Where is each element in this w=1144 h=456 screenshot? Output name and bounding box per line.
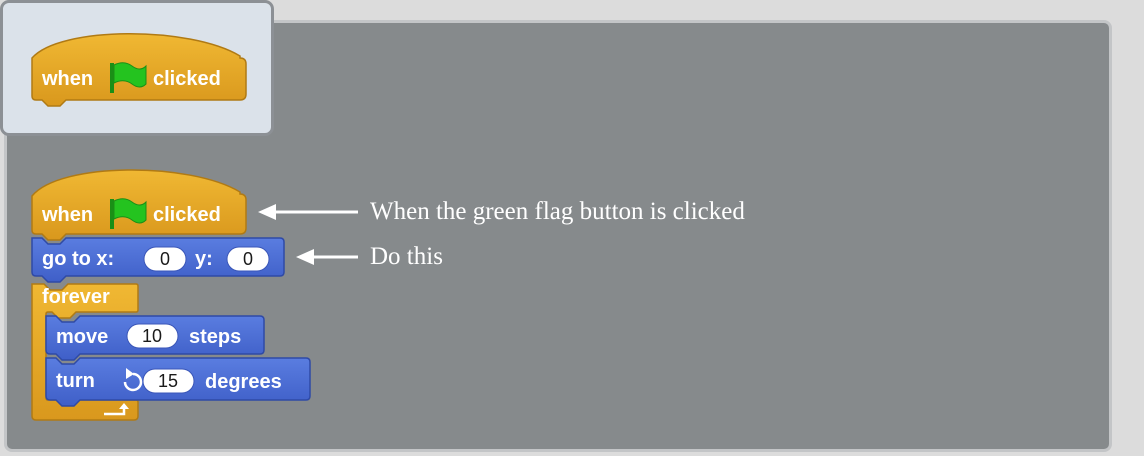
scratch-editor: when clicked forever when clicked go to … [0, 0, 1144, 456]
palette-when-flag-clicked-block[interactable]: when clicked [31, 33, 247, 107]
blocks-canvas: when clicked forever when clicked go to … [31, 33, 358, 421]
goto-annotation-text: Do this [370, 243, 443, 270]
goto-annotation-arrow-icon [296, 249, 358, 265]
steps-value-text: 10 [142, 326, 162, 346]
y-value-text: 0 [243, 249, 253, 269]
y-label: y: [195, 248, 213, 270]
steps-unit: steps [189, 326, 241, 348]
degrees-unit: degrees [205, 371, 282, 393]
move-label: move [56, 326, 108, 348]
turn-label: turn [56, 370, 95, 392]
palette-hat-word-when: when [41, 68, 93, 90]
move-steps-block[interactable]: move 10 steps [45, 315, 265, 361]
hat-word-clicked: clicked [153, 204, 221, 226]
degrees-value-text: 15 [158, 371, 178, 391]
when-flag-clicked-block[interactable]: when clicked [31, 169, 247, 241]
hat-word-when: when [41, 204, 93, 226]
go-to-label: go to x: [42, 248, 114, 270]
turn-degrees-block[interactable]: turn 15 degrees [45, 357, 311, 407]
x-value-text: 0 [160, 249, 170, 269]
hat-annotation-text: When the green flag button is clicked [370, 198, 745, 225]
go-to-xy-block[interactable]: go to x: 0 y: 0 [31, 237, 285, 283]
hat-annotation-arrow-icon [258, 204, 358, 220]
forever-label: forever [42, 286, 110, 308]
palette-hat-word-clicked: clicked [153, 68, 221, 90]
